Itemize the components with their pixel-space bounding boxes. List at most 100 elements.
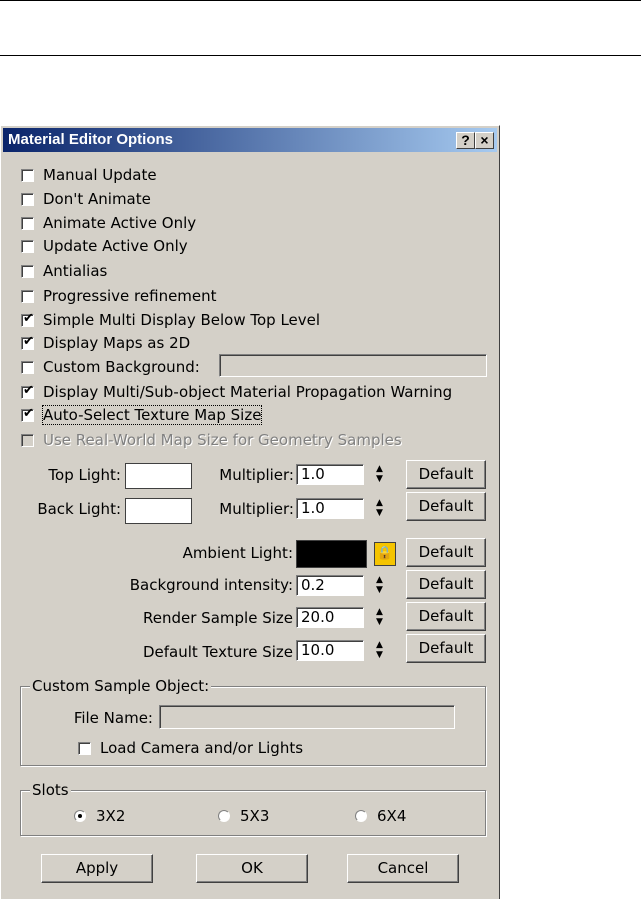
option-label: Antialias: [43, 262, 108, 280]
checkbox-progressive-refinement[interactable]: [21, 289, 34, 303]
default-texture-size-label: Default Texture Size: [142, 643, 293, 661]
ok-button[interactable]: OK: [196, 854, 308, 883]
apply-button[interactable]: Apply: [41, 854, 153, 883]
checkbox-real-world-map-size: [21, 433, 34, 447]
option-update-active-only[interactable]: Update Active Only: [21, 236, 188, 256]
slots-radio-5x3[interactable]: 5X3: [218, 806, 269, 826]
option-progressive-refinement[interactable]: Progressive refinement: [21, 286, 217, 306]
checkbox-custom-background[interactable]: [21, 360, 34, 374]
checkbox-auto-select-texture[interactable]: ✔: [21, 405, 34, 422]
ambient-light-label: Ambient Light:: [182, 544, 293, 562]
custom-background-path-field[interactable]: [219, 354, 487, 377]
render-sample-size-default-button[interactable]: Default: [406, 602, 486, 631]
back-multiplier-input[interactable]: 1.0: [296, 498, 364, 519]
back-multiplier-label: Multiplier:: [219, 500, 294, 518]
background-intensity-label: Background intensity:: [129, 576, 293, 594]
option-animate-active-only[interactable]: Animate Active Only: [21, 213, 196, 233]
option-label: Manual Update: [43, 166, 157, 184]
spinner-up-icon[interactable]: ▲: [373, 464, 386, 474]
spinner-up-icon[interactable]: ▲: [373, 498, 386, 508]
spinner-down-icon[interactable]: ▼: [373, 585, 386, 595]
option-label: Auto-Select Texture Map Size: [41, 405, 263, 425]
option-dont-animate[interactable]: Don't Animate: [21, 189, 151, 209]
radio-label: 6X4: [377, 807, 407, 825]
custom-sample-object-label: Custom Sample Object:: [30, 677, 212, 695]
option-label: Display Maps as 2D: [43, 334, 191, 352]
close-button[interactable]: ×: [475, 132, 494, 149]
top-multiplier-spinner[interactable]: ▲ ▼: [373, 464, 386, 485]
option-label: Progressive refinement: [43, 287, 217, 305]
top-rule: [0, 0, 641, 1]
checkbox-manual-update[interactable]: [21, 168, 34, 182]
top-light-default-button[interactable]: Default: [406, 460, 486, 489]
back-light-default-button[interactable]: Default: [406, 492, 486, 521]
spinner-down-icon[interactable]: ▼: [373, 650, 386, 660]
option-display-maps-2d[interactable]: ✔ Display Maps as 2D: [21, 333, 190, 353]
help-button[interactable]: ?: [456, 132, 475, 149]
option-real-world-map-size: Use Real-World Map Size for Geometry Sam…: [21, 430, 402, 450]
check-mark-icon: ✔: [23, 333, 34, 349]
option-simple-multi-display[interactable]: ✔ Simple Multi Display Below Top Level: [21, 310, 320, 330]
check-mark-icon: ✔: [23, 382, 34, 398]
title-bar[interactable]: Material Editor Options ? ×: [3, 128, 497, 152]
option-label: Don't Animate: [43, 190, 151, 208]
ambient-light-default-button[interactable]: Default: [406, 538, 486, 567]
check-mark-icon: ✔: [23, 405, 34, 421]
radio-button-selected[interactable]: [74, 810, 86, 822]
cancel-button[interactable]: Cancel: [347, 854, 459, 883]
background-intensity-input[interactable]: 0.2: [296, 575, 364, 596]
option-manual-update[interactable]: Manual Update: [21, 165, 157, 185]
default-texture-size-input[interactable]: 10.0: [296, 640, 364, 661]
top-light-label: Top Light:: [48, 466, 121, 484]
checkbox-dont-animate[interactable]: [21, 192, 34, 206]
checkbox-load-camera[interactable]: [78, 741, 91, 755]
ambient-light-color-swatch[interactable]: [296, 540, 367, 568]
option-custom-background[interactable]: Custom Background:: [21, 357, 200, 377]
spinner-up-icon[interactable]: ▲: [373, 575, 386, 585]
top-light-color-swatch[interactable]: [125, 463, 192, 489]
slots-radio-3x2[interactable]: 3X2: [74, 806, 125, 826]
option-propagation-warning[interactable]: ✔ Display Multi/Sub-object Material Prop…: [21, 382, 452, 402]
back-light-label: Back Light:: [37, 500, 121, 518]
checkbox-display-maps-2d[interactable]: ✔: [21, 333, 34, 350]
background-intensity-spinner[interactable]: ▲ ▼: [373, 575, 386, 596]
option-label: Animate Active Only: [43, 214, 197, 232]
top-multiplier-input[interactable]: 1.0: [296, 464, 364, 485]
material-editor-options-dialog: Material Editor Options ? × Manual Updat…: [0, 125, 500, 899]
option-label: Use Real-World Map Size for Geometry Sam…: [43, 431, 402, 449]
section-rule: [0, 55, 641, 56]
spinner-up-icon[interactable]: ▲: [373, 640, 386, 650]
spinner-down-icon[interactable]: ▼: [373, 617, 386, 627]
file-name-label: File Name:: [73, 709, 153, 727]
checkbox-simple-multi-display[interactable]: ✔: [21, 310, 34, 327]
default-texture-size-default-button[interactable]: Default: [406, 634, 486, 663]
option-auto-select-texture[interactable]: ✔ Auto-Select Texture Map Size: [21, 405, 263, 425]
render-sample-size-input[interactable]: 20.0: [296, 607, 364, 628]
radio-button[interactable]: [355, 810, 367, 822]
check-mark-icon: ✔: [23, 310, 34, 326]
back-multiplier-spinner[interactable]: ▲ ▼: [373, 498, 386, 519]
spinner-up-icon[interactable]: ▲: [373, 607, 386, 617]
slots-label: Slots: [30, 781, 71, 799]
radio-button[interactable]: [218, 810, 230, 822]
checkbox-update-active-only[interactable]: [21, 239, 34, 253]
slots-radio-6x4[interactable]: 6X4: [355, 806, 406, 826]
file-name-field[interactable]: [159, 705, 455, 729]
background-intensity-default-button[interactable]: Default: [406, 570, 486, 599]
spinner-down-icon[interactable]: ▼: [373, 508, 386, 518]
render-sample-size-spinner[interactable]: ▲ ▼: [373, 607, 386, 628]
checkbox-animate-active-only[interactable]: [21, 216, 34, 230]
top-multiplier-label: Multiplier:: [219, 466, 294, 484]
load-camera-label: Load Camera and/or Lights: [100, 739, 304, 757]
default-texture-size-spinner[interactable]: ▲ ▼: [373, 640, 386, 661]
load-camera-option[interactable]: Load Camera and/or Lights: [78, 738, 303, 758]
option-antialias[interactable]: Antialias: [21, 261, 107, 281]
spinner-down-icon[interactable]: ▼: [373, 474, 386, 484]
render-sample-size-label: Render Sample Size: [143, 609, 293, 627]
lock-icon[interactable]: 🔒: [374, 542, 396, 566]
checkbox-antialias[interactable]: [21, 264, 34, 278]
option-label: Update Active Only: [43, 237, 188, 255]
checkbox-propagation-warning[interactable]: ✔: [21, 382, 34, 399]
back-light-color-swatch[interactable]: [125, 498, 192, 524]
dialog-title: Material Editor Options: [8, 131, 174, 148]
